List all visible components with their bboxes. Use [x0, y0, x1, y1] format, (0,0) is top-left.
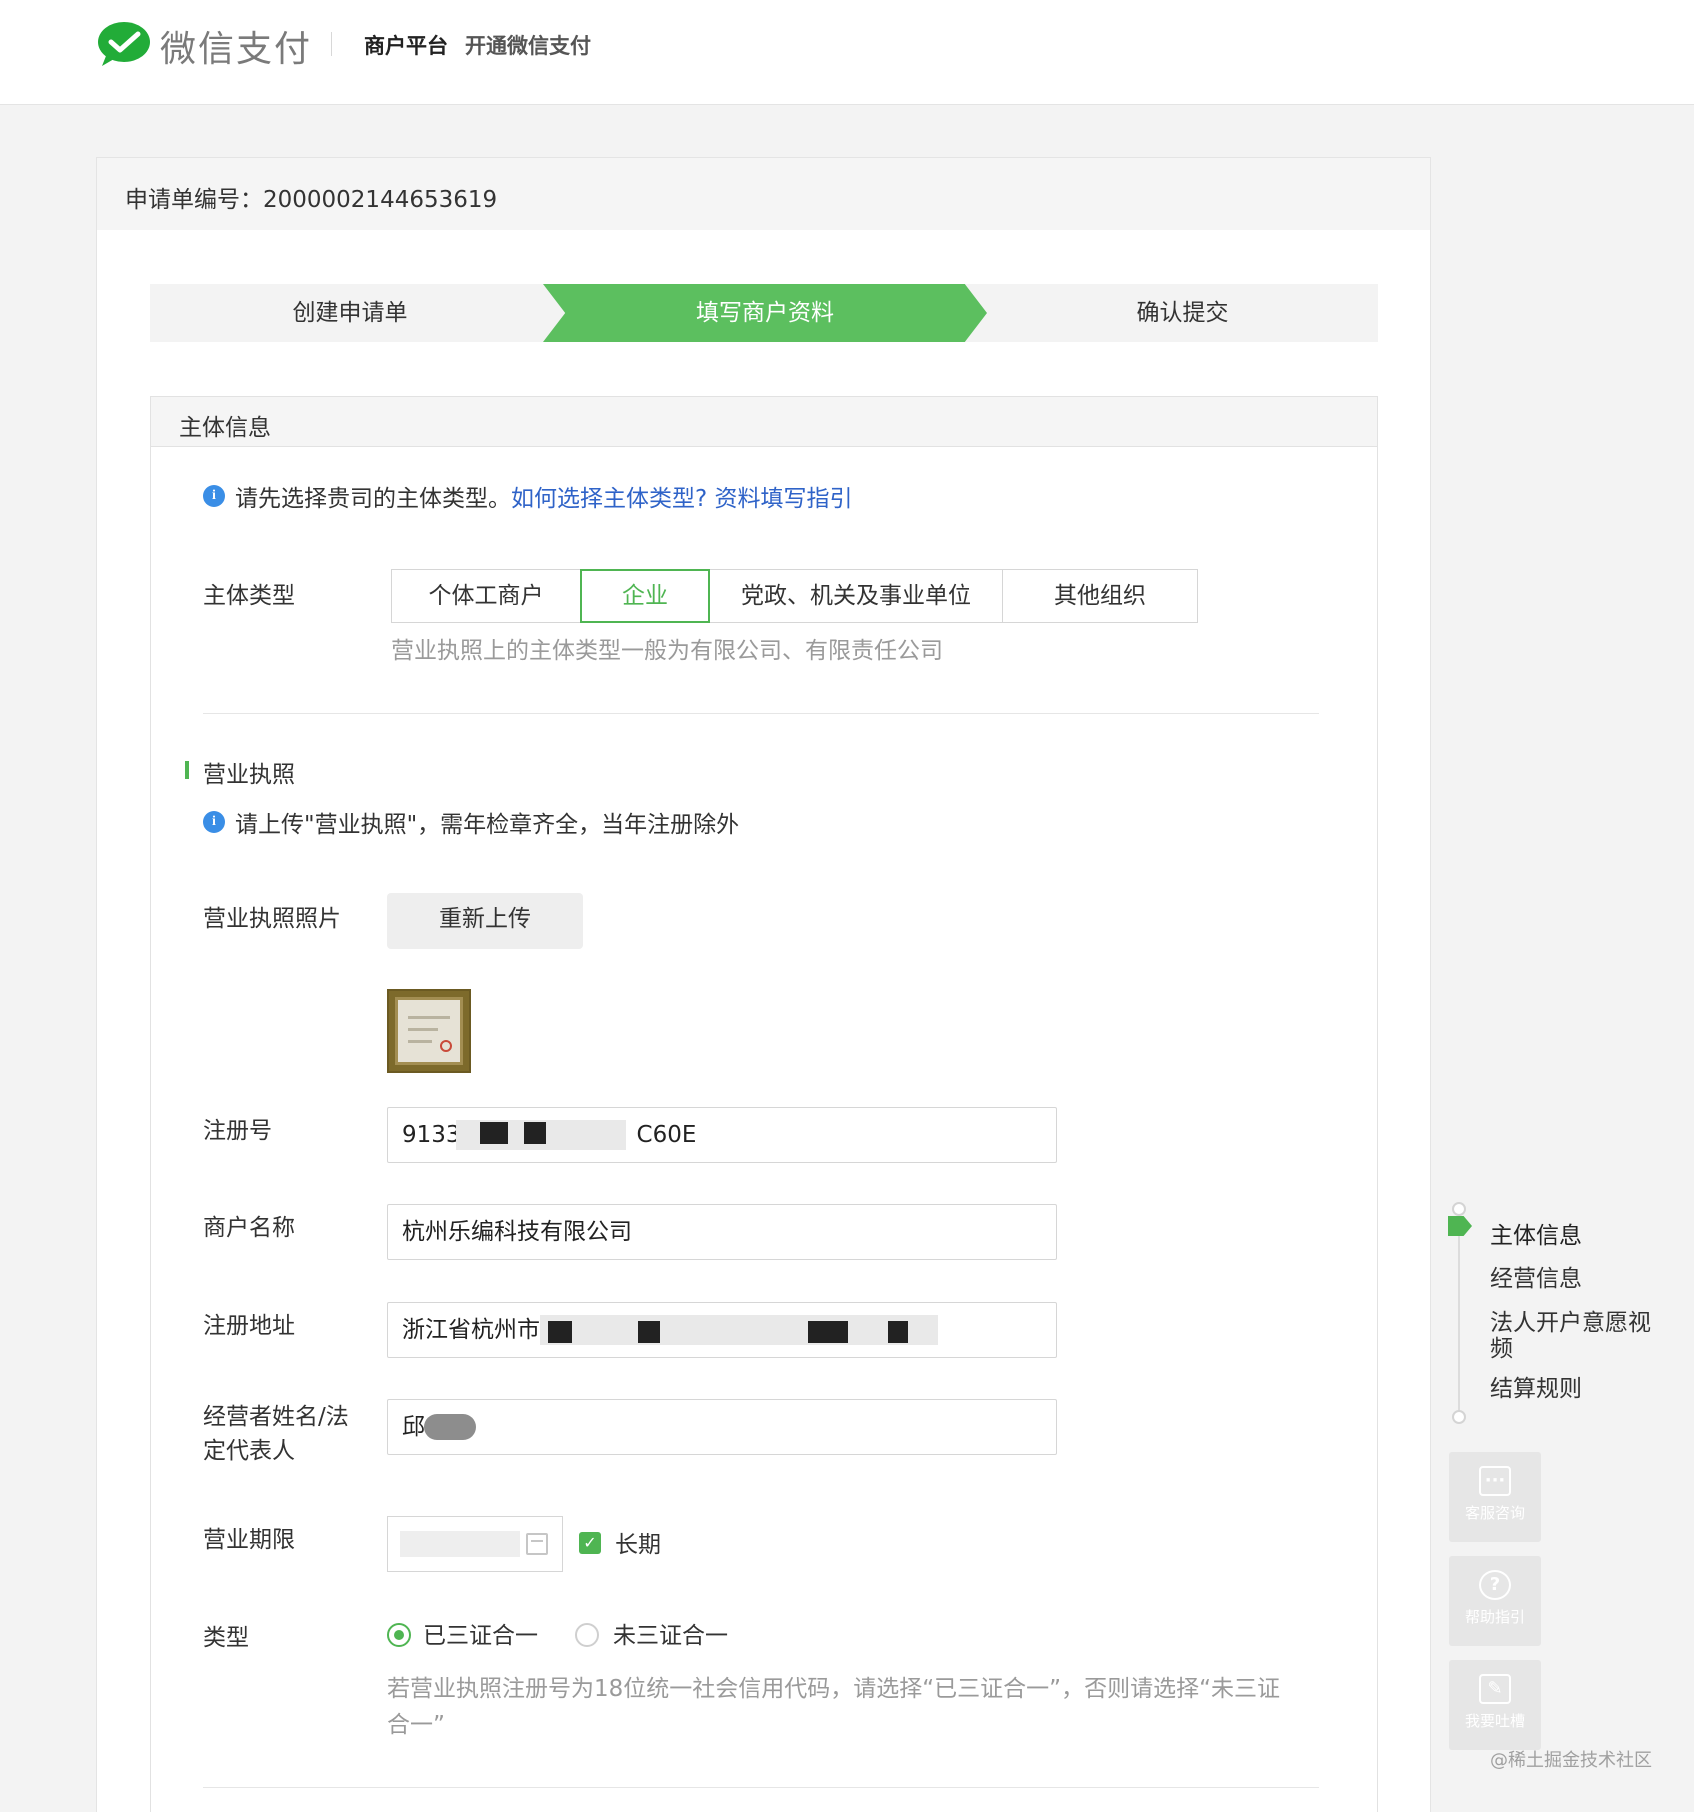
subject-info-section: 主体信息 i 请先选择贵司的主体类型。如何选择主体类型? 资料填写指引 主体类型… — [150, 396, 1378, 1812]
side-nav-active-marker — [1448, 1216, 1472, 1236]
redaction-block — [888, 1321, 908, 1343]
reg-no-label: 注册号 — [203, 1118, 272, 1144]
radio-three-in-one[interactable] — [387, 1623, 411, 1647]
customer-service-button[interactable]: ··· 客服咨询 — [1449, 1452, 1541, 1542]
info-icon: i — [203, 485, 225, 507]
application-number-label: 申请单编号： — [125, 187, 263, 213]
side-nav-start-dot — [1452, 1202, 1466, 1216]
how-to-choose-link[interactable]: 如何选择主体类型? — [511, 486, 707, 512]
side-nav-subject-info[interactable]: 主体信息 — [1490, 1223, 1690, 1249]
subject-type-label: 主体类型 — [203, 583, 295, 609]
help-guide-button[interactable]: ? 帮助指引 — [1449, 1556, 1541, 1646]
side-nav-settlement-rules[interactable]: 结算规则 — [1490, 1376, 1690, 1402]
application-card: 申请单编号：2000002144653619 创建申请单 填写商户资料 确认提交… — [96, 157, 1431, 1812]
card-header: 申请单编号：2000002144653619 — [97, 158, 1430, 230]
legal-rep-label-line2: 定代表人 — [203, 1438, 295, 1464]
top-header: 微信支付 商户平台 开通微信支付 — [0, 0, 1694, 105]
step-fill-merchant-info: 填写商户资料 — [543, 284, 987, 342]
application-number: 申请单编号：2000002144653619 — [125, 180, 497, 214]
merchant-name-input[interactable]: 杭州乐编科技有限公司 — [387, 1204, 1057, 1260]
business-term-date-input[interactable] — [387, 1516, 563, 1572]
license-tip-text: 请上传"营业执照"，需年检章齐全，当年注册除外 — [235, 812, 740, 838]
redaction-block — [524, 1122, 546, 1144]
feedback-button[interactable]: ✎ 我要吐槽 — [1449, 1660, 1541, 1750]
address-label: 注册地址 — [203, 1313, 295, 1339]
merchant-name-label: 商户名称 — [203, 1215, 295, 1241]
legal-rep-label-line1: 经营者姓名/法 — [203, 1404, 349, 1430]
step-confirm-submit: 确认提交 — [1136, 300, 1229, 326]
radio-not-three-in-one-label[interactable]: 未三证合一 — [613, 1616, 728, 1650]
edit-icon: ✎ — [1479, 1674, 1511, 1704]
legal-rep-label: 经营者姓名/法 定代表人 — [203, 1400, 349, 1468]
redaction-block — [808, 1321, 848, 1343]
side-nav-track — [1458, 1208, 1460, 1420]
header-divider — [331, 32, 332, 56]
chat-bubble-icon: ··· — [1479, 1466, 1511, 1496]
license-photo-thumbnail[interactable] — [387, 989, 471, 1073]
reg-no-prefix: 9133 — [402, 1122, 461, 1148]
radio-not-three-in-one[interactable] — [575, 1623, 599, 1647]
subject-type-hint: 营业执照上的主体类型一般为有限公司、有限责任公司 — [391, 638, 943, 664]
type-hint-line2: 合一” — [387, 1712, 445, 1738]
redaction-blur — [400, 1531, 520, 1557]
calendar-icon[interactable] — [526, 1533, 548, 1555]
type-hint-line1: 若营业执照注册号为18位统一社会信用代码，请选择“已三证合一”，否则请选择“未三… — [387, 1676, 1281, 1702]
subheading-accent — [185, 761, 189, 779]
redaction-block — [638, 1321, 660, 1343]
side-nav-end-dot — [1452, 1410, 1466, 1424]
application-number-value: 2000002144653619 — [263, 187, 498, 213]
brand-name: 微信支付 — [160, 29, 313, 70]
type-label: 类型 — [203, 1625, 249, 1651]
subject-type-individual[interactable]: 个体工商户 — [391, 569, 581, 623]
progress-steps: 创建申请单 填写商户资料 确认提交 — [150, 284, 1378, 342]
nav-open-wechat-pay[interactable]: 开通微信支付 — [465, 30, 591, 60]
section-header: 主体信息 — [151, 397, 1377, 447]
redaction-block — [548, 1321, 572, 1343]
subject-tip-text: 请先选择贵司的主体类型。 — [235, 486, 511, 512]
subject-tip: i 请先选择贵司的主体类型。如何选择主体类型? 资料填写指引 — [203, 479, 853, 513]
address-prefix: 浙江省杭州市 — [402, 1317, 540, 1343]
legal-rep-prefix: 邱 — [402, 1414, 425, 1440]
reg-no-input[interactable]: 9133 C60E — [387, 1107, 1057, 1163]
redaction-blur — [424, 1414, 476, 1440]
redaction-block — [480, 1122, 508, 1144]
license-photo-label: 营业执照照片 — [203, 906, 341, 932]
long-term-label[interactable]: 长期 — [615, 1525, 661, 1559]
address-input[interactable]: 浙江省杭州市 — [387, 1302, 1057, 1358]
step-create-application: 创建申请单 — [292, 300, 408, 326]
long-term-checkbox[interactable]: ✓ — [579, 1532, 601, 1554]
reupload-button[interactable]: 重新上传 — [387, 893, 583, 949]
side-nav-business-info[interactable]: 经营信息 — [1490, 1266, 1690, 1292]
filling-guide-link[interactable]: 资料填写指引 — [715, 486, 853, 512]
business-term-label: 营业期限 — [203, 1527, 295, 1553]
reg-no-suffix: C60E — [636, 1122, 697, 1148]
subject-type-other[interactable]: 其他组织 — [1002, 569, 1198, 623]
side-nav-legal-video[interactable]: 法人开户意愿视频 — [1490, 1310, 1670, 1362]
section-divider — [203, 713, 1319, 714]
license-tip: i 请上传"营业执照"，需年检章齐全，当年注册除外 — [203, 805, 739, 839]
customer-service-label: 客服咨询 — [1464, 1504, 1525, 1522]
wechat-pay-logo-icon — [98, 22, 150, 66]
redaction-blur — [540, 1315, 938, 1345]
legal-rep-input[interactable]: 邱 — [387, 1399, 1057, 1455]
section-divider — [203, 1787, 1319, 1788]
radio-three-in-one-label[interactable]: 已三证合一 — [423, 1616, 538, 1650]
watermark: @稀土掘金技术社区 — [1490, 1750, 1652, 1771]
help-guide-label: 帮助指引 — [1464, 1608, 1525, 1626]
feedback-label: 我要吐槽 — [1464, 1712, 1525, 1730]
section-title: 主体信息 — [179, 415, 271, 441]
subject-type-enterprise[interactable]: 企业 — [580, 569, 710, 623]
nav-merchant-platform[interactable]: 商户平台 — [364, 30, 448, 60]
license-subheading: 营业执照 — [203, 762, 295, 788]
question-mark-icon: ? — [1479, 1570, 1511, 1600]
subject-type-government[interactable]: 党政、机关及事业单位 — [709, 569, 1003, 623]
info-icon: i — [203, 811, 225, 833]
